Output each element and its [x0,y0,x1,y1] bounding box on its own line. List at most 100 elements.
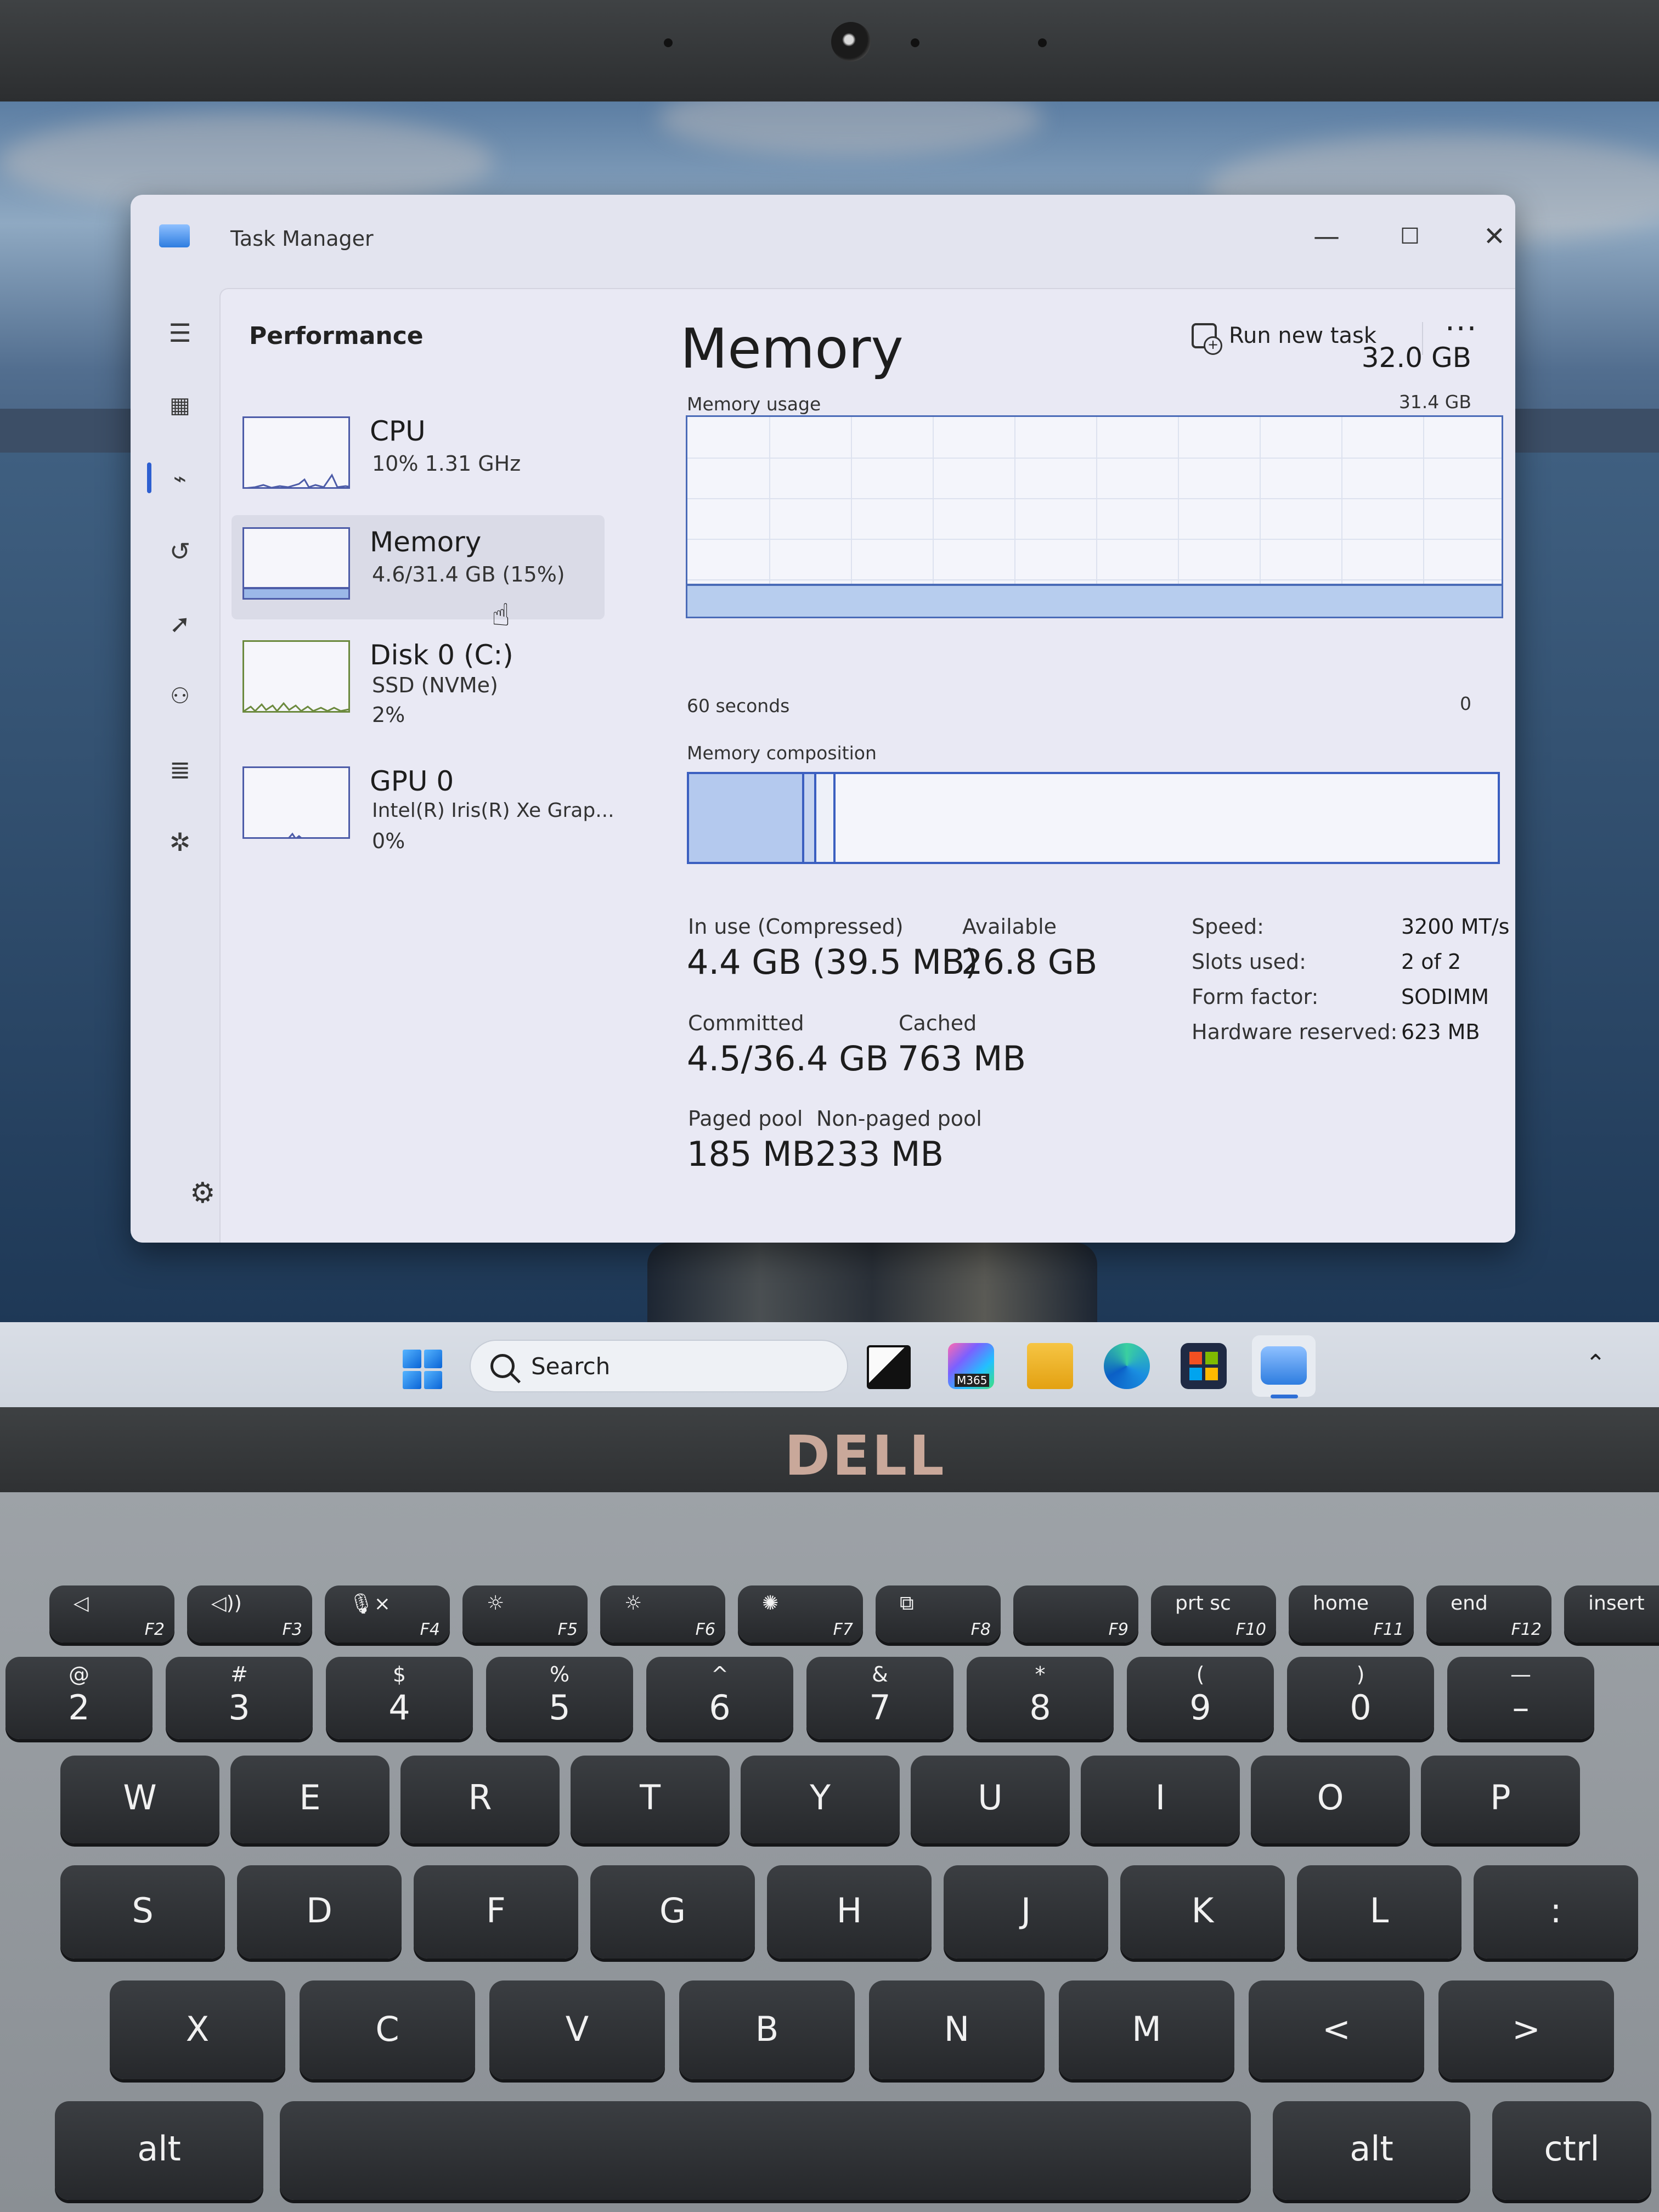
letter-key[interactable]: I [1081,1756,1240,1843]
letter-key[interactable]: P [1421,1756,1580,1843]
task-view-icon[interactable] [867,1345,911,1389]
alt-left-key[interactable]: alt [55,2101,263,2200]
function-key[interactable]: ◁ F2 [49,1585,174,1643]
maximize-button[interactable]: ☐ [1377,209,1443,264]
device-item-gpu[interactable]: GPU 0 Intel(R) Iris(R) Xe Grap... 0% [232,754,614,859]
letter-key[interactable]: > [1438,1980,1614,2079]
minimize-button[interactable]: — [1294,209,1359,264]
function-key-icon: ⧉ [900,1592,914,1615]
memory-usage-fill [687,584,1502,617]
number-key[interactable]: $4 [326,1657,473,1739]
key-label: B [755,2009,779,2049]
number-key[interactable]: #3 [166,1657,313,1739]
performance-icon[interactable]: ⌁ [162,461,198,496]
services-icon[interactable]: ✲ [162,825,198,860]
processes-icon[interactable]: ▦ [162,388,198,423]
title-bar[interactable]: Task Manager — ☐ ✕ [131,195,1515,288]
letter-key[interactable]: < [1249,1980,1424,2079]
function-key[interactable]: ✺ F7 [738,1585,863,1643]
function-key[interactable]: home F11 [1289,1585,1414,1643]
app-history-icon[interactable]: ↺ [162,534,198,569]
space-bar[interactable] [280,2101,1251,2200]
key-label: alt [1350,2129,1393,2169]
key-shift-label: $ [392,1662,407,1686]
letter-key[interactable]: Y [741,1756,900,1843]
chevron-up-icon[interactable]: ⌃ [1585,1350,1606,1378]
letter-key[interactable]: G [590,1865,755,1959]
non-paged-pool-value: 233 MB [815,1134,944,1174]
letter-key[interactable]: L [1297,1865,1462,1959]
letter-key[interactable]: E [230,1756,390,1843]
function-key-icon: ◁)) [211,1592,242,1615]
key-label: 8 [1029,1688,1051,1728]
taskbar-search-box[interactable]: Search [470,1340,848,1392]
letter-key[interactable]: U [911,1756,1070,1843]
letter-key[interactable]: : [1474,1865,1638,1959]
function-key-icon: ☼ [487,1592,505,1615]
device-stat: 4.6/31.4 GB (15%) [372,562,565,586]
function-key[interactable]: F9 [1013,1585,1138,1643]
windows-logo-tile [403,1370,421,1389]
start-button[interactable] [403,1350,442,1389]
run-new-task-button[interactable]: Run new task [1192,317,1376,355]
store-icon[interactable] [1181,1343,1227,1389]
function-key[interactable]: prt sc F10 [1151,1585,1276,1643]
task-manager-taskbar-icon[interactable] [1261,1346,1307,1385]
number-key[interactable]: & 7 [806,1657,953,1739]
letter-key[interactable]: D [237,1865,402,1959]
letter-key[interactable]: T [571,1756,730,1843]
letter-key[interactable]: K [1120,1865,1285,1959]
number-key[interactable]: — – [1447,1657,1594,1739]
number-key[interactable]: % 5 [486,1657,633,1739]
device-name: GPU 0 [370,765,454,797]
key-label: O [1317,1778,1344,1818]
letter-key[interactable]: W [60,1756,219,1843]
settings-icon[interactable]: ⚙ [190,1177,216,1210]
key-shift-label: ( [1196,1662,1205,1686]
letter-key[interactable]: C [300,1980,475,2079]
letter-key[interactable]: F [414,1865,578,1959]
alt-right-key[interactable]: alt [1273,2101,1470,2200]
close-button[interactable]: ✕ [1462,209,1515,264]
letter-key[interactable]: X [110,1980,285,2079]
available-label: Available [962,915,1057,939]
ctrl-key[interactable]: ctrl [1492,2101,1651,2200]
function-key[interactable]: end F12 [1426,1585,1551,1643]
function-key-label: F12 [1511,1620,1542,1639]
letter-key[interactable]: V [489,1980,665,2079]
letter-key[interactable]: N [869,1980,1045,2079]
function-key[interactable]: insert [1564,1585,1659,1643]
key-label: < [1322,2009,1351,2049]
number-key[interactable]: * 8 [967,1657,1114,1739]
details-icon[interactable]: ≣ [162,752,198,787]
m365-icon[interactable]: M365 [948,1343,994,1389]
letter-key[interactable]: O [1251,1756,1410,1843]
letter-key[interactable]: R [400,1756,560,1843]
cached-value: 763 MB [898,1039,1026,1079]
startup-apps-icon[interactable]: ➚ [162,606,198,641]
users-icon[interactable]: ⚇ [162,679,198,714]
function-key[interactable]: ◁)) F3 [187,1585,312,1643]
letter-key[interactable]: S [60,1865,225,1959]
letter-key[interactable]: M [1059,1980,1234,2079]
device-item-memory[interactable]: Memory 4.6/31.4 GB (15%) ☝ [232,515,605,633]
function-key[interactable]: ☼ F5 [462,1585,588,1643]
function-key[interactable]: 🎙× F4 [325,1585,450,1643]
function-key-icon: home [1313,1592,1369,1615]
letter-key[interactable]: J [944,1865,1108,1959]
device-item-cpu[interactable]: CPU 10% 1.31 GHz [232,404,605,509]
number-key[interactable]: ^ 6 [646,1657,793,1739]
file-explorer-icon[interactable] [1027,1343,1073,1389]
edge-icon[interactable] [1104,1343,1150,1389]
device-item-disk[interactable]: Disk 0 (C:) SSD (NVMe) 2% [232,628,605,732]
function-key-label: F4 [420,1620,440,1639]
device-type: SSD (NVMe) [372,673,498,697]
number-key[interactable]: @2 [5,1657,153,1739]
number-key[interactable]: (9 [1127,1657,1274,1739]
hamburger-menu-icon[interactable]: ☰ [162,315,198,351]
letter-key[interactable]: H [767,1865,932,1959]
function-key[interactable]: ☼ F6 [600,1585,725,1643]
letter-key[interactable]: B [679,1980,855,2079]
number-key[interactable]: ) 0 [1287,1657,1434,1739]
function-key[interactable]: ⧉ F8 [876,1585,1001,1643]
